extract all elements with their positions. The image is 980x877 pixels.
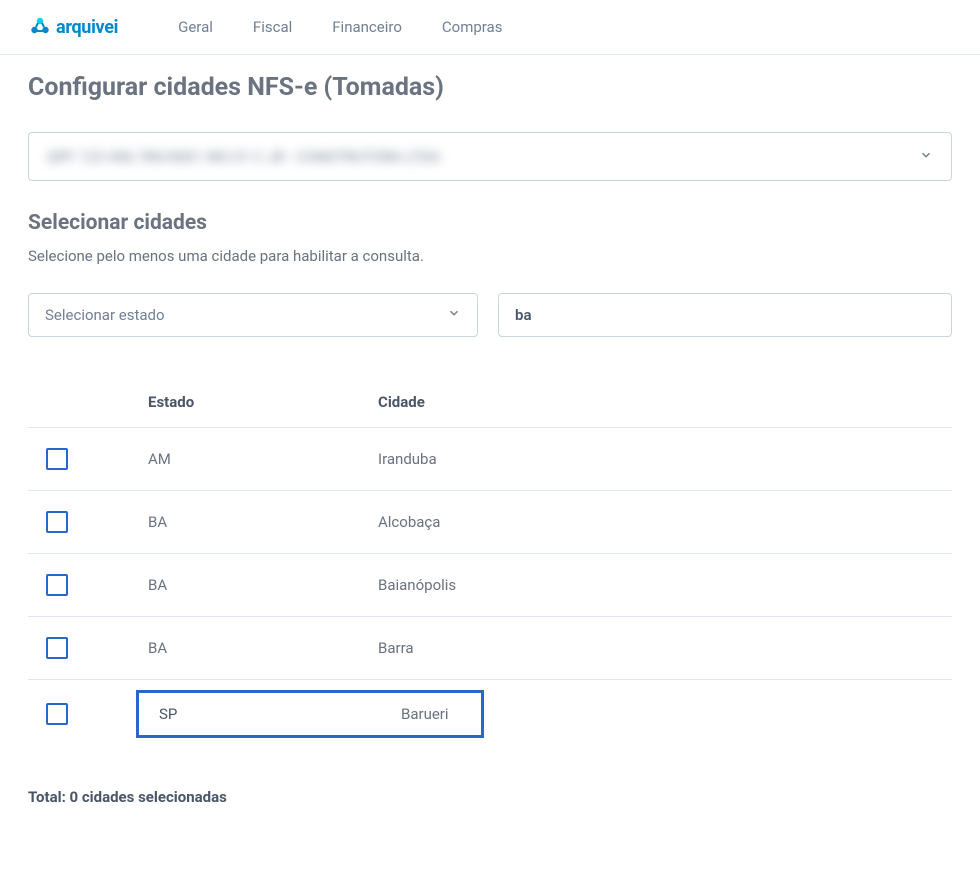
cell-estado: BA (148, 576, 378, 594)
city-search-input[interactable] (498, 293, 952, 337)
cell-estado: AM (148, 450, 378, 468)
header-estado: Estado (148, 393, 378, 411)
row-checkbox[interactable] (46, 511, 68, 533)
row-checkbox[interactable] (46, 448, 68, 470)
table-header: Estado Cidade (28, 377, 952, 428)
app-header: arquivei Geral Fiscal Financeiro Compras (0, 0, 980, 55)
table-row: BA Barra (28, 617, 952, 680)
section-title: Selecionar cidades (28, 211, 952, 235)
company-label: QPF 123 456.789/0001 WG 01 C JR - CONSTR… (47, 148, 440, 166)
cell-cidade: Baianópolis (378, 576, 952, 594)
header-cidade: Cidade (378, 393, 952, 411)
cell-estado: BA (148, 639, 378, 657)
state-dropdown[interactable]: Selecionar estado (28, 293, 478, 337)
company-dropdown[interactable]: QPF 123 456.789/0001 WG 01 C JR - CONSTR… (28, 132, 952, 181)
nav-financeiro[interactable]: Financeiro (332, 18, 402, 36)
page-content: Configurar cidades NFS-e (Tomadas) QPF 1… (0, 55, 980, 824)
nav-fiscal[interactable]: Fiscal (253, 18, 292, 36)
state-dropdown-label: Selecionar estado (45, 306, 165, 324)
filter-row: Selecionar estado (28, 293, 952, 337)
nav-compras[interactable]: Compras (442, 18, 503, 36)
row-checkbox[interactable] (46, 703, 68, 725)
cities-table: Estado Cidade AM Iranduba BA Alcobaça BA… (28, 377, 952, 750)
table-row: SP Barueri (28, 680, 952, 750)
cell-estado: BA (148, 513, 378, 531)
table-row: BA Alcobaça (28, 491, 952, 554)
cell-cidade: Barra (378, 639, 952, 657)
chevron-down-icon (447, 306, 461, 324)
arquivei-logo-icon (28, 15, 52, 39)
highlighted-selection: SP Barueri (136, 690, 484, 738)
table-row: AM Iranduba (28, 428, 952, 491)
table-row: BA Baianópolis (28, 554, 952, 617)
cell-cidade: Iranduba (378, 450, 952, 468)
page-title: Configurar cidades NFS-e (Tomadas) (28, 73, 952, 102)
main-nav: Geral Fiscal Financeiro Compras (178, 18, 502, 36)
cell-cidade: Alcobaça (378, 513, 952, 531)
chevron-down-icon (919, 147, 933, 166)
row-checkbox[interactable] (46, 574, 68, 596)
nav-geral[interactable]: Geral (178, 18, 213, 36)
section-subtitle: Selecione pelo menos uma cidade para hab… (28, 247, 952, 265)
row-checkbox[interactable] (46, 637, 68, 659)
logo[interactable]: arquivei (28, 15, 118, 39)
cell-estado: SP (159, 705, 401, 723)
total-label: Total: 0 cidades selecionadas (28, 788, 952, 806)
logo-text: arquivei (56, 17, 118, 38)
cell-cidade: Barueri (401, 705, 449, 723)
